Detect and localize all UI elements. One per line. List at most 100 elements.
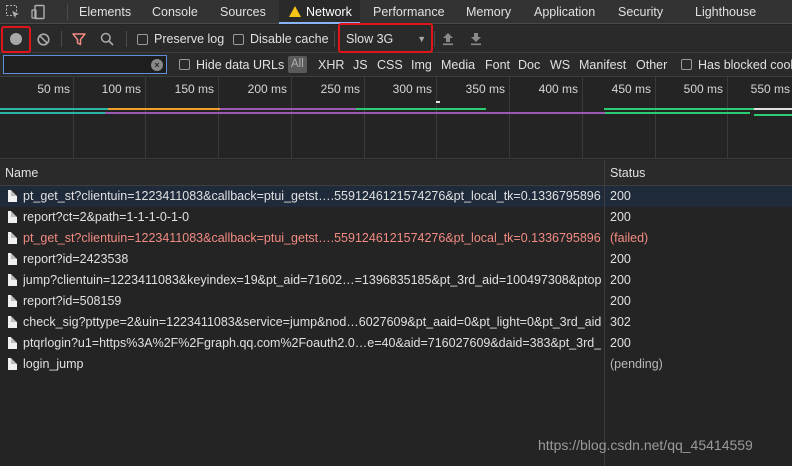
timeline-bar	[754, 114, 792, 116]
table-row[interactable]: login_jump (pending)	[0, 354, 792, 375]
filter-input[interactable]: ×	[3, 55, 167, 74]
table-row[interactable]: jump?clientuin=1223411083&keyindex=19&pt…	[0, 270, 792, 291]
column-header-name[interactable]: Name	[5, 160, 38, 186]
document-icon	[8, 295, 17, 307]
document-icon	[8, 211, 17, 223]
timeline-bar	[436, 101, 440, 103]
tab-network[interactable]: Network	[279, 0, 360, 24]
disable-cache-checkbox[interactable]	[233, 33, 244, 45]
table-row[interactable]: ptqrlogin?u1=https%3A%2F%2Fgraph.qq.com%…	[0, 333, 792, 354]
network-toolbar: Preserve log Disable cache Slow 3G ▼	[0, 23, 792, 53]
preserve-log-option[interactable]: Preserve log	[137, 25, 224, 53]
record-button[interactable]	[9, 25, 23, 53]
download-icon	[471, 33, 481, 46]
timeline-tick-label: 350 ms	[465, 82, 505, 96]
timeline-bar	[604, 108, 754, 110]
request-status: 200	[610, 189, 631, 203]
has-blocked-cookies-checkbox[interactable]	[681, 59, 692, 70]
filter-type-js[interactable]: JS	[353, 53, 368, 77]
timeline-tick	[73, 77, 74, 159]
search-icon	[100, 32, 114, 46]
has-blocked-cookies-option[interactable]: Has blocked cookies	[681, 53, 792, 77]
timeline-bar	[105, 112, 605, 114]
throttling-value: Slow 3G	[346, 32, 394, 46]
request-name: login_jump	[23, 357, 84, 371]
timeline-tick-label: 250 ms	[320, 82, 360, 96]
table-row[interactable]: report?id=2423538 200	[0, 249, 792, 270]
request-status: (failed)	[610, 231, 649, 245]
filter-type-all[interactable]: All	[288, 56, 307, 73]
request-status: 302	[610, 315, 631, 329]
table-row[interactable]: pt_get_st?clientuin=1223411083&callback=…	[0, 186, 792, 207]
watermark-text: https://blog.csdn.net/qq_45414559	[538, 437, 753, 453]
timeline-overview[interactable]: 50 ms 100 ms 150 ms 200 ms 250 ms 300 ms…	[0, 77, 792, 159]
column-divider[interactable]	[604, 160, 605, 466]
timeline-bar	[754, 108, 792, 110]
document-icon	[8, 358, 17, 370]
filter-bar: × Hide data URLs All XHR JS CSS Img Medi…	[0, 53, 792, 77]
column-header-status[interactable]: Status	[610, 160, 645, 186]
filter-type-media[interactable]: Media	[441, 53, 475, 77]
timeline-tick	[436, 77, 437, 159]
tab-sources[interactable]: Sources	[220, 0, 266, 24]
devtools-tab-bar: Elements Console Sources Network Perform…	[0, 0, 792, 24]
timeline-bar	[0, 112, 105, 114]
timeline-tick	[655, 77, 656, 159]
warning-icon	[289, 6, 301, 17]
filter-type-manifest[interactable]: Manifest	[579, 53, 626, 77]
toolbar-separator	[434, 31, 435, 47]
table-row[interactable]: report?id=508159 200	[0, 291, 792, 312]
request-status: 200	[610, 210, 631, 224]
timeline-tick	[364, 77, 365, 159]
inspect-element-icon[interactable]	[0, 0, 26, 24]
request-status: 200	[610, 252, 631, 266]
disable-cache-option[interactable]: Disable cache	[233, 25, 329, 53]
timeline-tick-label: 100 ms	[101, 82, 141, 96]
tab-performance[interactable]: Performance	[373, 0, 445, 24]
hide-data-urls-option[interactable]: Hide data URLs	[179, 53, 284, 77]
filter-type-css[interactable]: CSS	[377, 53, 403, 77]
tab-memory[interactable]: Memory	[466, 0, 511, 24]
preserve-log-checkbox[interactable]	[137, 33, 148, 45]
timeline-tick	[509, 77, 510, 159]
throttling-select[interactable]: Slow 3G ▼	[346, 25, 426, 53]
table-row[interactable]: report?ct=2&path=1-1-1-0-1-0 200	[0, 207, 792, 228]
filter-type-font[interactable]: Font	[485, 53, 510, 77]
tab-lighthouse[interactable]: Lighthouse	[695, 0, 756, 24]
timeline-tick-label: 500 ms	[683, 82, 723, 96]
hide-data-urls-checkbox[interactable]	[179, 59, 190, 70]
device-toolbar-icon[interactable]	[26, 0, 52, 24]
request-status: 200	[610, 294, 631, 308]
request-name: report?ct=2&path=1-1-1-0-1-0	[23, 210, 190, 224]
filter-type-ws[interactable]: WS	[550, 53, 570, 77]
request-name: pt_get_st?clientuin=1223411083&callback=…	[23, 231, 601, 245]
request-name: jump?clientuin=1223411083&keyindex=19&pt…	[23, 273, 601, 287]
request-name: ptqrlogin?u1=https%3A%2F%2Fgraph.qq.com%…	[23, 336, 601, 350]
tab-console[interactable]: Console	[152, 0, 198, 24]
filter-type-other[interactable]: Other	[636, 53, 667, 77]
filter-type-img[interactable]: Img	[411, 53, 432, 77]
clear-filter-icon[interactable]: ×	[151, 59, 163, 71]
tab-application[interactable]: Application	[534, 0, 595, 24]
filter-button[interactable]	[72, 25, 86, 53]
table-row[interactable]: pt_get_st?clientuin=1223411083&callback=…	[0, 228, 792, 249]
tab-security[interactable]: Security	[618, 0, 663, 24]
document-icon	[8, 274, 17, 286]
export-har-button[interactable]	[470, 25, 482, 53]
timeline-bar	[0, 108, 108, 110]
table-row[interactable]: check_sig?pttype=2&uin=1223411083&servic…	[0, 312, 792, 333]
timeline-tick	[145, 77, 146, 159]
document-icon	[8, 253, 17, 265]
import-har-button[interactable]	[442, 25, 454, 53]
timeline-tick	[582, 77, 583, 159]
document-icon	[8, 190, 17, 202]
search-button[interactable]	[100, 25, 114, 53]
timeline-bar	[356, 108, 486, 110]
disable-cache-label: Disable cache	[250, 32, 329, 46]
tab-elements[interactable]: Elements	[79, 0, 131, 24]
request-name: report?id=2423538	[23, 252, 129, 266]
filter-type-doc[interactable]: Doc	[518, 53, 540, 77]
timeline-tick	[291, 77, 292, 159]
clear-button[interactable]	[37, 25, 50, 53]
filter-type-xhr[interactable]: XHR	[318, 53, 344, 77]
